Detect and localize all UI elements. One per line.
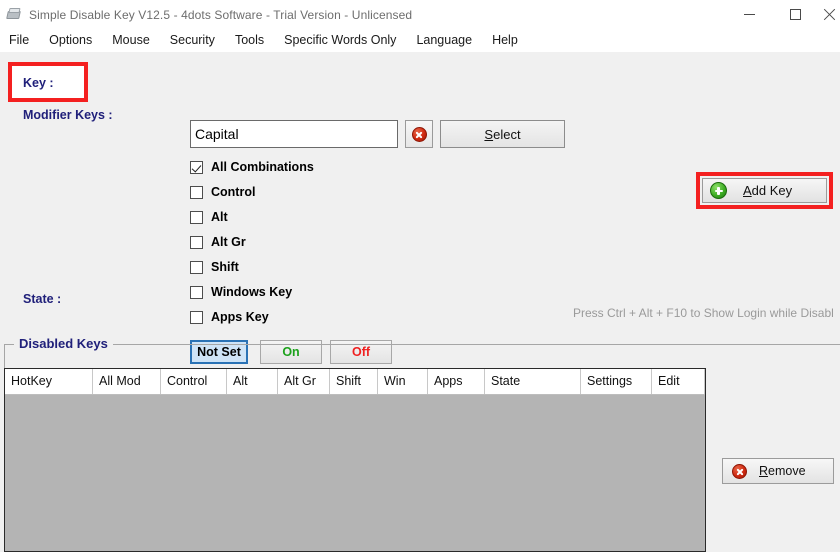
checkbox-windows-key[interactable]: Windows Key bbox=[190, 285, 292, 299]
select-button-accel: S bbox=[484, 126, 494, 142]
checkbox-icon bbox=[190, 260, 203, 274]
column-header-state[interactable]: State bbox=[485, 369, 581, 394]
checkbox-label: Control bbox=[211, 185, 256, 199]
disabled-keys-list[interactable]: HotKey All Mod Control Alt Alt Gr Shift … bbox=[4, 368, 706, 552]
column-header-alt-gr[interactable]: Alt Gr bbox=[278, 369, 330, 394]
circle-x-icon bbox=[411, 126, 427, 142]
column-header-hotkey[interactable]: HotKey bbox=[5, 369, 93, 394]
disabled-keys-header: HotKey All Mod Control Alt Alt Gr Shift … bbox=[5, 369, 705, 395]
minimize-icon bbox=[743, 14, 755, 15]
add-key-label: dd Key bbox=[751, 183, 793, 198]
menu-item-mouse[interactable]: Mouse bbox=[102, 29, 160, 52]
remove-label: emove bbox=[768, 464, 806, 478]
title-bar: Simple Disable Key V12.5 - 4dots Softwar… bbox=[0, 0, 840, 29]
checkbox-label: Windows Key bbox=[211, 285, 293, 299]
close-button[interactable] bbox=[818, 0, 840, 29]
menu-item-file[interactable]: File bbox=[0, 29, 39, 52]
menu-item-specific-words-only[interactable]: Specific Words Only bbox=[274, 29, 406, 52]
menu-item-options[interactable]: Options bbox=[39, 29, 102, 52]
select-button-label: elect bbox=[493, 126, 521, 142]
remove-button[interactable]: Remove bbox=[722, 458, 834, 484]
minimize-button[interactable] bbox=[726, 0, 772, 29]
window-controls bbox=[726, 0, 840, 29]
maximize-button[interactable] bbox=[772, 0, 818, 29]
circle-x-icon bbox=[732, 463, 747, 479]
modifier-keys-label: Modifier Keys : bbox=[23, 108, 113, 122]
checkbox-shift[interactable]: Shift bbox=[190, 260, 239, 274]
column-header-all-mod[interactable]: All Mod bbox=[93, 369, 161, 394]
checkbox-icon bbox=[190, 235, 203, 249]
add-key-button[interactable]: Add Key bbox=[702, 178, 827, 203]
checkbox-label: Alt bbox=[211, 210, 228, 224]
checkbox-icon bbox=[190, 310, 203, 324]
login-hint-text: Press Ctrl + Alt + F10 to Show Login whi… bbox=[573, 306, 834, 320]
checkbox-control[interactable]: Control bbox=[190, 185, 255, 199]
checkbox-alt[interactable]: Alt bbox=[190, 210, 228, 224]
checkbox-icon bbox=[190, 160, 203, 174]
close-icon bbox=[823, 9, 835, 21]
maximize-icon bbox=[789, 9, 801, 20]
column-header-control[interactable]: Control bbox=[161, 369, 227, 394]
column-header-shift[interactable]: Shift bbox=[330, 369, 378, 394]
checkbox-icon bbox=[190, 210, 203, 224]
checkbox-all-combinations[interactable]: All Combinations bbox=[190, 160, 314, 174]
column-header-alt[interactable]: Alt bbox=[227, 369, 278, 394]
checkbox-icon bbox=[190, 285, 203, 299]
menu-bar: File Options Mouse Security Tools Specif… bbox=[0, 29, 840, 52]
clear-key-button[interactable] bbox=[405, 120, 433, 148]
column-header-apps[interactable]: Apps bbox=[428, 369, 485, 394]
state-label: State : bbox=[23, 292, 62, 306]
key-input[interactable] bbox=[190, 120, 398, 148]
keyboard-icon bbox=[6, 7, 22, 23]
disabled-keys-body bbox=[5, 395, 705, 551]
window-title: Simple Disable Key V12.5 - 4dots Softwar… bbox=[29, 7, 413, 22]
circle-plus-icon bbox=[710, 182, 727, 199]
checkbox-apps-key[interactable]: Apps Key bbox=[190, 310, 269, 324]
menu-item-language[interactable]: Language bbox=[406, 29, 482, 52]
main-panel: Key : Select Modifier Keys : All Combina… bbox=[0, 52, 840, 552]
checkbox-icon bbox=[190, 185, 203, 199]
menu-item-help[interactable]: Help bbox=[482, 29, 528, 52]
select-button[interactable]: Select bbox=[440, 120, 565, 148]
add-key-accel: A bbox=[743, 183, 752, 198]
checkbox-label: Shift bbox=[211, 260, 239, 274]
menu-item-tools[interactable]: Tools bbox=[225, 29, 274, 52]
checkbox-label: Alt Gr bbox=[211, 235, 246, 249]
remove-accel: R bbox=[759, 464, 769, 478]
checkbox-alt-gr[interactable]: Alt Gr bbox=[190, 235, 246, 249]
menu-item-security[interactable]: Security bbox=[160, 29, 225, 52]
key-label: Key : bbox=[23, 76, 54, 90]
checkbox-label: Apps Key bbox=[211, 310, 269, 324]
disabled-keys-title: Disabled Keys bbox=[14, 336, 113, 351]
column-header-win[interactable]: Win bbox=[378, 369, 428, 394]
column-header-edit[interactable]: Edit bbox=[652, 369, 705, 394]
column-header-settings[interactable]: Settings bbox=[581, 369, 652, 394]
checkbox-label: All Combinations bbox=[211, 160, 314, 174]
